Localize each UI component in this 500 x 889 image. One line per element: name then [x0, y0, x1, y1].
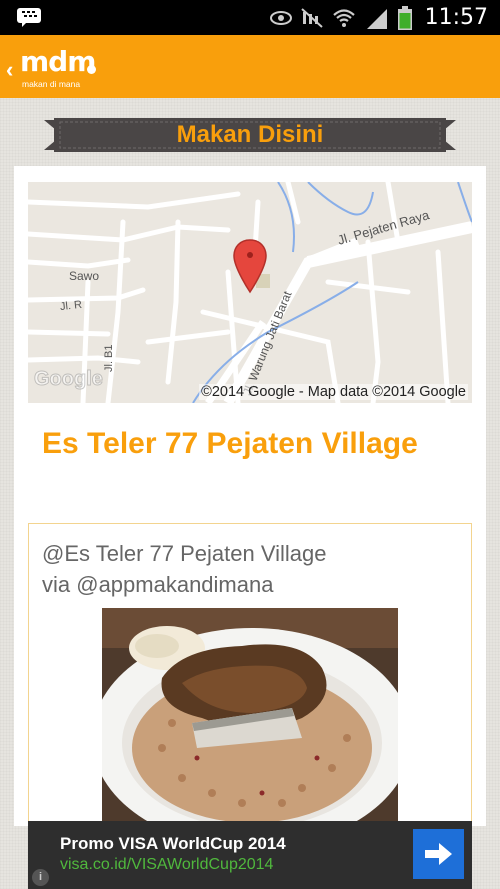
arrow-right-icon [424, 843, 452, 865]
chevron-left-icon: ‹ [6, 57, 14, 82]
food-photo[interactable] [102, 608, 398, 824]
post-card: @Es Teler 77 Pejaten Village via @appmak… [28, 523, 472, 824]
ad-open-button[interactable] [413, 829, 464, 879]
info-icon[interactable]: i [32, 869, 49, 886]
page-title-ribbon: Makan Disini [44, 118, 456, 152]
map-attribution: ©2014 Google - Map data ©2014 Google [199, 384, 468, 400]
map-pin-icon[interactable] [232, 238, 268, 294]
map-label-street-3: Sawo [69, 269, 100, 283]
logo-text: mdm [20, 45, 96, 78]
ad-title: Promo VISA WorldCup 2014 [60, 834, 286, 853]
map-label-street-5: Jl. B1 [103, 344, 115, 372]
food-photo-drawing [102, 608, 398, 824]
google-watermark: Google [34, 368, 104, 391]
logo-dot [87, 65, 96, 74]
post-caption-line1: @Es Teler 77 Pejaten Village [42, 541, 327, 566]
clock-time: 11:57 [424, 5, 488, 30]
status-bar: 11:57 [0, 0, 500, 35]
mute-icon [300, 7, 323, 28]
post-caption: @Es Teler 77 Pejaten Village via @appmak… [42, 538, 326, 600]
bbm-notification-icon [17, 8, 41, 27]
battery-icon [397, 5, 412, 30]
place-title: Es Teler 77 Pejaten Village [42, 427, 418, 460]
ad-banner[interactable]: Promo VISA WorldCup 2014 visa.co.id/VISA… [28, 821, 472, 889]
map-label-street-4: Jl. R [59, 298, 83, 314]
app-bar: ‹ mdm makan di mana [0, 35, 500, 98]
post-caption-line2: via @appmakandimana [42, 572, 274, 597]
app-logo-home[interactable]: ‹ mdm makan di mana [4, 43, 114, 93]
signal-icon [366, 8, 387, 29]
location-map[interactable]: Jl. Pejaten Raya Jl. Warung Jati Barat S… [28, 182, 472, 403]
wifi-icon [332, 8, 355, 27]
ad-url[interactable]: visa.co.id/VISAWorldCup2014 [60, 856, 273, 874]
logo-tagline: makan di mana [22, 79, 81, 89]
page-title: Makan Disini [176, 121, 324, 148]
eye-icon [269, 10, 292, 25]
